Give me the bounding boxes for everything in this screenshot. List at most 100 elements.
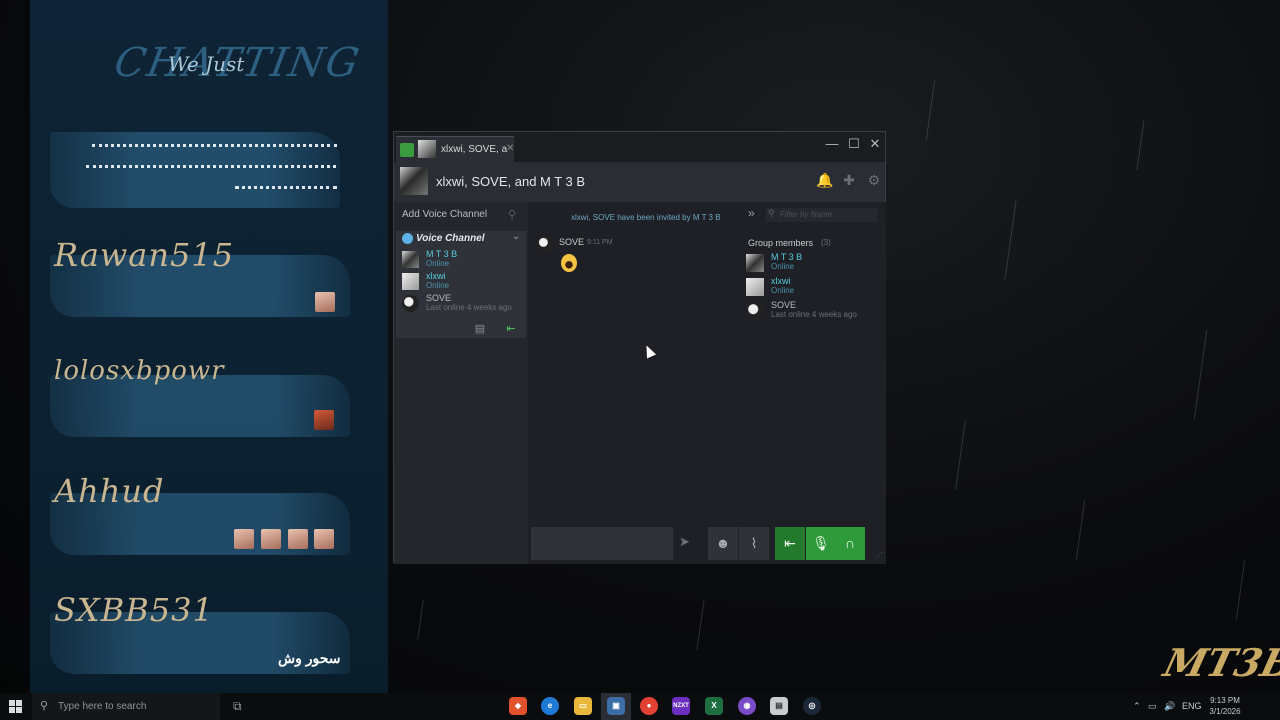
add-voice-channel-button[interactable]: Add Voice Channel — [402, 209, 487, 220]
windows-start-icon[interactable] — [9, 700, 22, 713]
overlay-username: SXBB531 — [54, 591, 214, 629]
volume-icon[interactable]: 🔊 — [1164, 701, 1175, 712]
system-clock[interactable]: 9:13 PM 3/1/2026 — [1200, 695, 1250, 717]
file-explorer-icon[interactable]: ▭ — [574, 697, 592, 715]
close-button[interactable]: ✕ — [865, 136, 885, 152]
chat-overlay-panel: CHATTING We Just Rawan515 lolosxbpowr Ah… — [30, 0, 388, 693]
member-status: Last online 4 weeks ago — [426, 303, 512, 312]
steam-icon[interactable]: ◎ — [803, 697, 821, 715]
search-icon: ⚲ — [40, 700, 49, 712]
group-avatar — [400, 167, 428, 195]
user-avatar — [261, 529, 281, 549]
group-member[interactable]: SOVE Last online 4 weeks ago — [746, 300, 886, 324]
avatar — [746, 302, 764, 320]
brave-icon[interactable]: ◆ — [509, 697, 527, 715]
language-indicator[interactable]: ENG — [1182, 701, 1202, 711]
member-name: SOVE — [426, 293, 452, 303]
member-name: xlxwi — [426, 271, 446, 281]
voice-settings-icon[interactable]: ▤ — [473, 322, 487, 335]
voice-channel-header[interactable]: Voice Channel ⌄ — [396, 231, 526, 247]
taskbar-search[interactable]: ⚲ Type here to search — [32, 693, 220, 720]
task-view-icon[interactable]: ⧉ — [233, 699, 242, 714]
edge-icon[interactable]: e — [541, 697, 559, 715]
chevron-up-icon[interactable]: ⌃ — [1133, 701, 1141, 712]
invite-friend-icon[interactable]: ✚ — [840, 172, 858, 190]
title-bar[interactable]: xlxwi, SOVE, a ✕ — ☐ ✕ — [394, 132, 885, 162]
voice-member[interactable]: SOVE Last online 4 weeks ago — [402, 293, 526, 315]
member-name: M T 3 B — [426, 249, 458, 259]
clock-time: 9:13 PM — [1210, 696, 1240, 705]
member-name: M T 3 B — [771, 252, 803, 262]
resize-grip-icon[interactable]: ⋰ — [875, 551, 883, 560]
microphone-icon[interactable]: 🎙 — [806, 527, 836, 560]
chat-app-icon[interactable]: ◉ — [738, 697, 756, 715]
message-time: 9:11 PM — [587, 239, 613, 246]
steam-chat-icon[interactable]: ▣ — [607, 697, 625, 715]
member-name: SOVE — [771, 300, 797, 310]
network-icon[interactable]: ▭ — [1148, 701, 1157, 712]
message-input[interactable] — [531, 527, 673, 560]
group-member[interactable]: M T 3 B Online — [746, 252, 886, 276]
close-tab-icon[interactable]: ✕ — [506, 143, 514, 154]
avatar — [746, 254, 764, 272]
voice-member[interactable]: M T 3 B Online — [402, 249, 526, 271]
group-chat-window: xlxwi, SOVE, a ✕ — ☐ ✕ xlxwi, SOVE, and … — [393, 131, 886, 564]
attachment-icon[interactable]: ⌇ — [739, 527, 769, 560]
filter-members-input[interactable]: ⚲ Filter by Name — [766, 208, 878, 222]
gear-icon[interactable]: ⚙ — [865, 172, 883, 190]
emoji-icon[interactable]: ☻ — [708, 527, 738, 560]
send-icon[interactable]: ➤ — [679, 534, 690, 550]
members-title: Group members — [748, 238, 814, 248]
pin-icon[interactable]: ⚲ — [508, 208, 516, 221]
screaming-face-emoji-icon — [561, 254, 577, 272]
overlay-subtitle: We Just — [168, 52, 245, 76]
group-member[interactable]: xlxwi Online — [746, 276, 886, 300]
voice-channel-icon — [402, 233, 413, 244]
member-status: Online — [426, 281, 450, 290]
chevron-down-icon[interactable]: ⌄ — [512, 231, 520, 242]
search-icon: ⚲ — [768, 208, 775, 218]
member-status: Last online 4 weeks ago — [771, 310, 857, 319]
user-avatar — [234, 529, 254, 549]
group-avatar — [418, 140, 436, 158]
minimize-button[interactable]: — — [822, 136, 842, 151]
voice-channel[interactable]: Voice Channel ⌄ M T 3 B Online xlxwi Onl… — [396, 231, 526, 338]
search-placeholder: Type here to search — [58, 701, 147, 712]
avatar[interactable] — [537, 236, 553, 252]
chevron-double-right-icon[interactable]: » — [748, 206, 755, 220]
desktop: { "overlay": { "title": "CHATTING", "sub… — [0, 0, 1280, 720]
chat-history: xlxwi, SOVE have been invited by M T 3 B… — [529, 202, 739, 524]
notepad-icon[interactable]: ▤ — [770, 697, 788, 715]
chat-tab[interactable]: xlxwi, SOVE, a ✕ — [396, 136, 514, 162]
overlay-username: Ahhud — [54, 472, 165, 510]
member-status: Online — [426, 259, 450, 268]
signature-logo: MT3B — [1159, 640, 1280, 685]
chrome-icon[interactable]: ● — [640, 697, 658, 715]
message-composer: ➤ ☻ ⌇ ⇤ 🎙 ∩ — [529, 524, 886, 564]
leave-voice-icon[interactable]: ⇤ — [504, 322, 518, 335]
nzxt-icon[interactable]: NZXT — [672, 697, 690, 715]
taskbar: ⚲ Type here to search ⧉ ◆ e ▭ ▣ ● NZXT X… — [0, 693, 1280, 720]
voice-channel-name: Voice Channel — [416, 233, 485, 244]
tab-title: xlxwi, SOVE, a — [441, 144, 508, 155]
decorative-wave — [235, 186, 337, 192]
filter-placeholder: Filter by Name — [780, 210, 833, 219]
overlay-username: Rawan515 — [54, 236, 235, 274]
voice-active-icon — [400, 143, 414, 157]
member-status: Online — [771, 262, 795, 271]
chat-header: xlxwi, SOVE, and M T 3 B 🔔 ✚ ⚙ — [394, 162, 885, 202]
bell-icon[interactable]: 🔔 — [816, 172, 834, 190]
overlay-username: lolosxbpowr — [54, 356, 225, 386]
decorative-wave — [86, 165, 336, 171]
leave-voice-button[interactable]: ⇤ — [775, 527, 805, 560]
excel-icon[interactable]: X — [705, 697, 723, 715]
voice-member[interactable]: xlxwi Online — [402, 271, 526, 293]
members-count: (3) — [821, 238, 831, 247]
avatar — [746, 278, 764, 296]
member-name: xlxwi — [771, 276, 791, 286]
user-avatar — [314, 529, 334, 549]
headphones-icon[interactable]: ∩ — [835, 527, 865, 560]
message-author[interactable]: SOVE — [559, 237, 584, 247]
maximize-button[interactable]: ☐ — [844, 136, 864, 152]
member-status: Online — [771, 286, 795, 295]
